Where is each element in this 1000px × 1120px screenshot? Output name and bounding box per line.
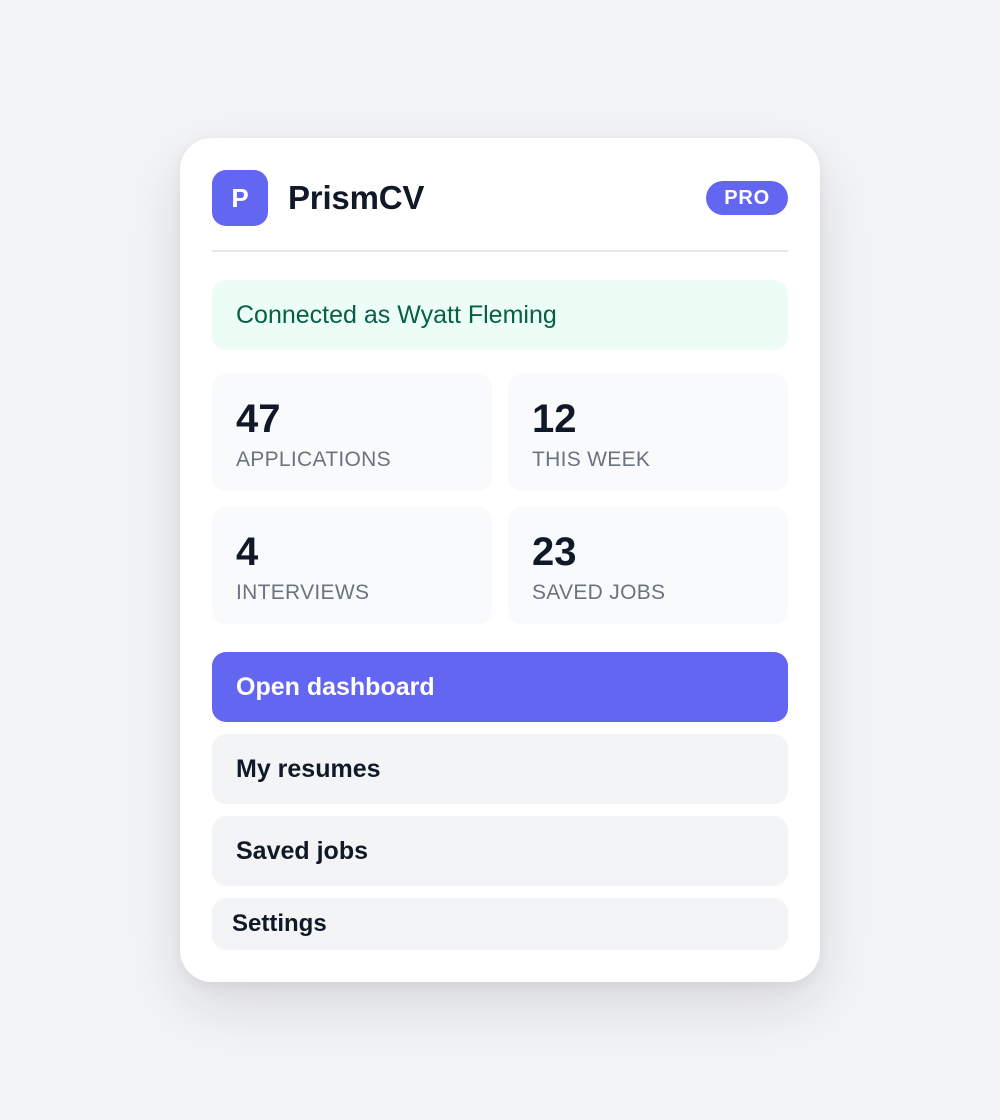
brand: P PrismCV — [212, 170, 424, 226]
extension-popup: P PrismCV PRO Connected as Wyatt Fleming… — [180, 138, 820, 982]
stat-label: APPLICATIONS — [236, 448, 391, 471]
stat-value: 47 — [236, 397, 281, 441]
stat-label: INTERVIEWS — [236, 581, 370, 604]
app-name: PrismCV — [288, 179, 425, 216]
stat-value: 12 — [532, 397, 577, 441]
plan-badge: PRO — [706, 181, 788, 215]
saved-jobs-button[interactable]: Saved jobs — [212, 816, 788, 886]
stat-value: 4 — [236, 530, 259, 574]
connection-status: Connected as Wyatt Fleming — [212, 280, 788, 350]
my-resumes-button[interactable]: My resumes — [212, 734, 788, 804]
stat-label: THIS WEEK — [532, 448, 651, 471]
stat-interviews: 4 INTERVIEWS — [212, 507, 492, 624]
stat-label: SAVED JOBS — [532, 581, 666, 604]
stat-value: 23 — [532, 530, 577, 574]
app-logo: P — [212, 170, 268, 226]
settings-button[interactable]: Settings — [212, 898, 788, 950]
open-dashboard-button[interactable]: Open dashboard — [212, 652, 788, 722]
connection-status-text: Connected as Wyatt Fleming — [236, 300, 557, 329]
stat-saved-jobs: 23 SAVED JOBS — [508, 507, 788, 624]
action-list: Open dashboard My resumes Saved jobs Set… — [212, 652, 788, 950]
popup-header: P PrismCV PRO — [212, 170, 788, 252]
stat-applications: 47 APPLICATIONS — [212, 374, 492, 491]
stats-grid: 47 APPLICATIONS 12 THIS WEEK 4 INTERVIEW… — [212, 374, 788, 624]
stat-this-week: 12 THIS WEEK — [508, 374, 788, 491]
